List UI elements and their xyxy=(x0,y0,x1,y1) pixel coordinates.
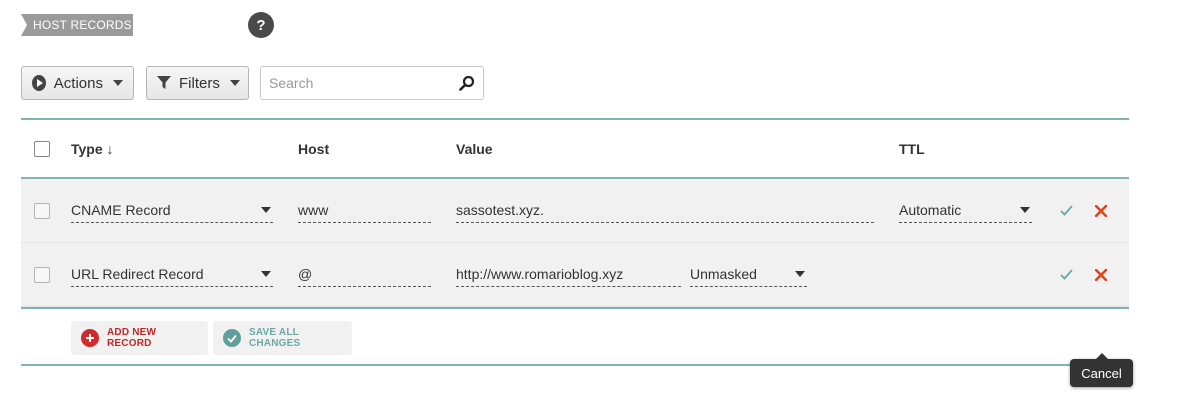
record-type-select[interactable]: URL Redirect Record xyxy=(71,263,273,287)
ttl-value: Automatic xyxy=(899,202,962,218)
filters-label: Filters xyxy=(179,74,220,92)
table-footer: ADD NEW RECORD SAVE ALL CHANGES xyxy=(21,307,1129,366)
select-all-cell xyxy=(34,120,50,177)
column-header-value: Value xyxy=(456,140,493,157)
checkmark-icon[interactable] xyxy=(1060,269,1073,280)
host-input[interactable]: @ xyxy=(298,263,431,287)
delete-cell xyxy=(1095,243,1107,306)
cancel-tooltip: Cancel xyxy=(1070,353,1133,387)
row-checkbox[interactable] xyxy=(34,266,50,283)
checkmark-icon[interactable] xyxy=(1060,205,1073,216)
close-icon[interactable] xyxy=(1095,204,1107,217)
close-icon[interactable] xyxy=(1095,268,1107,281)
table-row: CNAME Record www sassotest.xyz. Automati… xyxy=(21,179,1129,243)
column-header-type[interactable]: Type ↓ xyxy=(71,120,114,177)
actions-dropdown-button[interactable]: Actions xyxy=(21,66,134,100)
row-select-cell xyxy=(34,179,50,242)
host-cell: @ xyxy=(298,243,431,306)
record-type-select[interactable]: CNAME Record xyxy=(71,199,273,223)
search-input[interactable] xyxy=(269,75,459,91)
chevron-down-icon xyxy=(113,80,123,86)
check-circle-icon xyxy=(223,329,241,347)
row-checkbox[interactable] xyxy=(34,202,50,219)
filters-dropdown-button[interactable]: Filters xyxy=(146,66,249,100)
record-type-value: URL Redirect Record xyxy=(71,266,204,282)
ttl-select[interactable]: Automatic xyxy=(899,199,1032,223)
value-cell: sassotest.xyz. xyxy=(456,179,874,242)
add-new-record-button[interactable]: ADD NEW RECORD xyxy=(71,321,208,355)
actions-label: Actions xyxy=(53,74,103,92)
type-cell: URL Redirect Record xyxy=(71,243,273,306)
value-cell: http://www.romarioblog.xyz xyxy=(456,243,681,306)
plus-circle-icon xyxy=(81,329,99,347)
redirect-mode-cell: Unmasked xyxy=(690,243,807,306)
table-header-row: Type ↓ Host Value TTL xyxy=(21,120,1129,179)
redirect-mode-value: Unmasked xyxy=(690,266,757,282)
save-all-changes-label: SAVE ALL CHANGES xyxy=(249,327,301,349)
chevron-down-icon xyxy=(795,271,805,277)
chevron-down-icon xyxy=(1020,207,1030,213)
play-circle-icon xyxy=(32,75,46,91)
value-input[interactable]: http://www.romarioblog.xyz xyxy=(456,263,681,287)
section-title: HOST RECORDS xyxy=(21,14,133,36)
chevron-down-icon xyxy=(261,207,271,213)
select-all-checkbox[interactable] xyxy=(34,140,50,157)
host-input[interactable]: www xyxy=(298,199,431,223)
help-button[interactable]: ? xyxy=(248,12,274,38)
value-input[interactable]: sassotest.xyz. xyxy=(456,199,874,223)
redirect-mode-select[interactable]: Unmasked xyxy=(690,263,807,287)
host-cell: www xyxy=(298,179,431,242)
confirm-cell xyxy=(1060,243,1073,306)
row-select-cell xyxy=(34,243,50,306)
ttl-cell: Automatic xyxy=(899,179,1032,242)
host-records-table: Type ↓ Host Value TTL CNAME Record www s… xyxy=(21,118,1129,366)
type-cell: CNAME Record xyxy=(71,179,273,242)
chevron-down-icon xyxy=(261,271,271,277)
search-box xyxy=(260,66,484,100)
save-all-changes-button[interactable]: SAVE ALL CHANGES xyxy=(213,321,352,355)
column-header-host: Host xyxy=(298,140,330,157)
column-header-ttl: TTL xyxy=(899,140,925,157)
record-type-value: CNAME Record xyxy=(71,202,171,218)
chevron-down-icon xyxy=(229,80,240,86)
search-icon[interactable] xyxy=(459,75,475,91)
funnel-icon xyxy=(157,76,171,90)
confirm-cell xyxy=(1060,179,1073,242)
table-row: URL Redirect Record @ http://www.romario… xyxy=(21,243,1129,307)
delete-cell xyxy=(1095,179,1107,242)
add-new-record-label: ADD NEW RECORD xyxy=(107,327,157,349)
